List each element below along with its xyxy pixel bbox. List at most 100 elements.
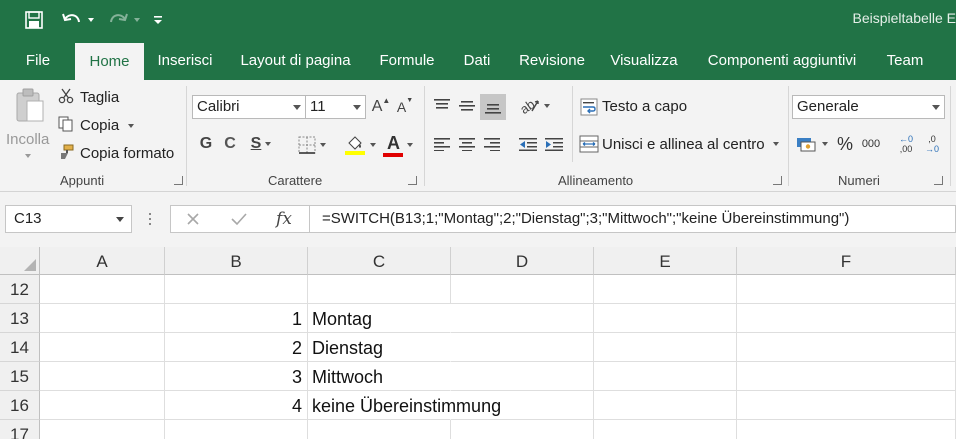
cell-a[interactable]	[40, 362, 165, 391]
comma-style-button[interactable]: 000	[858, 132, 884, 156]
tab-addins[interactable]: Componenti aggiuntivi	[697, 40, 867, 80]
redo-dropdown-icon[interactable]	[132, 8, 142, 32]
cell-c[interactable]	[308, 420, 451, 439]
format-painter-label[interactable]: Copia formato	[80, 145, 174, 162]
cell-e[interactable]	[594, 333, 737, 362]
paste-label[interactable]: Incolla	[6, 131, 49, 148]
cell-d[interactable]	[451, 275, 594, 304]
copy-dropdown-icon[interactable]	[126, 122, 136, 130]
number-launcher-icon[interactable]	[934, 176, 943, 185]
cell-a[interactable]	[40, 420, 165, 439]
wrap-text-label[interactable]: Testo a capo	[602, 98, 687, 115]
cell-a[interactable]	[40, 333, 165, 362]
accounting-format-icon[interactable]	[794, 132, 830, 156]
copy-label[interactable]: Copia	[80, 117, 119, 134]
cell-a[interactable]	[40, 304, 165, 333]
font-size-combo[interactable]: 11	[306, 95, 366, 119]
font-launcher-icon[interactable]	[408, 176, 417, 185]
tab-insert[interactable]: Inserisci	[152, 40, 218, 80]
cell-d[interactable]	[451, 333, 594, 362]
cut-icon[interactable]	[57, 168, 58, 169]
cell-b[interactable]: 2	[165, 333, 308, 362]
scissors-icon[interactable]	[57, 87, 75, 105]
format-painter-icon[interactable]	[57, 143, 75, 161]
grow-font-icon[interactable]: A ▲	[372, 96, 391, 118]
cancel-icon[interactable]	[181, 209, 205, 229]
align-top-icon[interactable]	[430, 94, 454, 118]
underline-button[interactable]: S	[246, 133, 276, 155]
insert-function-button[interactable]: fx	[271, 208, 297, 230]
tab-home[interactable]: Home	[75, 43, 144, 80]
column-header-c[interactable]: C	[308, 247, 451, 275]
cell-d[interactable]	[451, 420, 594, 439]
row-header[interactable]: 15	[0, 362, 40, 391]
undo-icon[interactable]	[60, 8, 84, 32]
tab-team[interactable]: Team	[880, 40, 930, 80]
increase-indent-icon[interactable]	[542, 132, 566, 156]
cell-f[interactable]	[737, 275, 956, 304]
tab-page-layout[interactable]: Layout di pagina	[232, 40, 359, 80]
increase-decimal-icon[interactable]: ←0,00	[894, 130, 918, 158]
tab-review[interactable]: Revisione	[512, 40, 592, 80]
cell-b[interactable]: 1	[165, 304, 308, 333]
formula-bar-grip-icon[interactable]	[146, 210, 154, 228]
tab-view[interactable]: Visualizza	[605, 40, 683, 80]
font-color-button[interactable]: A	[380, 132, 416, 158]
paste-dropdown-icon[interactable]	[22, 152, 34, 160]
row-header[interactable]: 17	[0, 420, 40, 439]
cell-f[interactable]	[737, 333, 956, 362]
cell-e[interactable]	[594, 304, 737, 333]
merge-dropdown-icon[interactable]	[770, 140, 782, 148]
column-header-f[interactable]: F	[737, 247, 956, 275]
merge-center-label[interactable]: Unisci e allinea al centro	[602, 136, 765, 153]
align-center-icon[interactable]	[455, 132, 479, 156]
row-header[interactable]: 12	[0, 275, 40, 304]
alignment-launcher-icon[interactable]	[773, 176, 782, 185]
number-format-combo[interactable]: Generale	[792, 95, 945, 119]
enter-icon[interactable]	[227, 209, 251, 229]
shrink-font-icon[interactable]: A ▼	[396, 96, 414, 118]
align-bottom-icon[interactable]	[480, 94, 506, 120]
cell-e[interactable]	[594, 362, 737, 391]
row-header[interactable]: 14	[0, 333, 40, 362]
save-icon[interactable]	[22, 8, 46, 32]
row-header[interactable]: 16	[0, 391, 40, 420]
cell-c[interactable]: keine Übereinstimmung	[308, 391, 501, 420]
row-header[interactable]: 13	[0, 304, 40, 333]
paste-icon[interactable]	[10, 86, 50, 126]
tab-formulas[interactable]: Formule	[372, 40, 442, 80]
merge-center-icon[interactable]	[578, 133, 600, 155]
column-header-b[interactable]: B	[165, 247, 308, 275]
customize-toolbar-icon[interactable]	[152, 8, 164, 32]
italic-button[interactable]: C	[220, 133, 240, 155]
cell-f[interactable]	[737, 304, 956, 333]
cell-b[interactable]: 4	[165, 391, 308, 420]
borders-button[interactable]	[294, 134, 330, 156]
cut-label[interactable]: Taglia	[80, 89, 119, 106]
cell-f[interactable]	[737, 391, 956, 420]
undo-dropdown-icon[interactable]	[86, 8, 96, 32]
tab-file[interactable]: File	[14, 40, 62, 80]
cell-c[interactable]: Mittwoch	[308, 362, 451, 391]
fill-color-button[interactable]	[342, 132, 378, 158]
wrap-text-icon[interactable]	[578, 96, 600, 118]
formula-input[interactable]: =SWITCH(B13;1;"Montag";2;"Dienstag";3;"M…	[310, 205, 956, 233]
align-left-icon[interactable]	[430, 132, 454, 156]
cell-c[interactable]	[308, 275, 451, 304]
cell-c[interactable]: Dienstag	[308, 333, 451, 362]
clipboard-launcher-icon[interactable]	[174, 176, 183, 185]
cell-e[interactable]	[594, 275, 737, 304]
percent-style-button[interactable]: %	[834, 132, 856, 156]
column-header-a[interactable]: A	[40, 247, 165, 275]
cell-a[interactable]	[40, 275, 165, 304]
cell-b[interactable]	[165, 275, 308, 304]
column-header-e[interactable]: E	[594, 247, 737, 275]
copy-icon[interactable]	[57, 115, 75, 133]
font-name-combo[interactable]: Calibri	[192, 95, 306, 119]
cell-f[interactable]	[737, 362, 956, 391]
cell-b[interactable]	[165, 420, 308, 439]
cell-d[interactable]	[451, 362, 594, 391]
tab-data[interactable]: Dati	[455, 40, 499, 80]
cell-b[interactable]: 3	[165, 362, 308, 391]
cell-c[interactable]: Montag	[308, 304, 451, 333]
